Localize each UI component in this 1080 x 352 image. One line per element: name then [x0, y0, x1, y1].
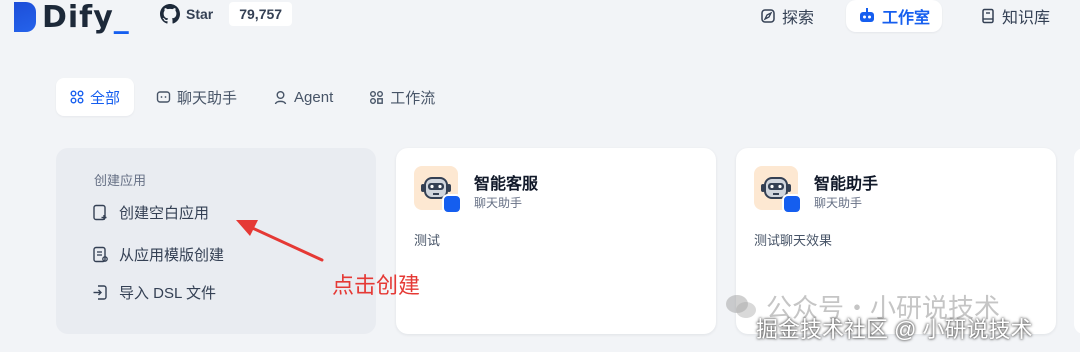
create-app-card: 创建应用 创建空白应用 从应用模版创建 导入 DSL 文件	[56, 148, 376, 334]
book-icon	[982, 8, 994, 24]
github-star-count: 79,757	[229, 2, 293, 26]
app-description: 测试	[414, 233, 441, 248]
grid-icon	[70, 90, 84, 104]
template-icon	[93, 246, 108, 263]
chat-icon	[156, 90, 171, 103]
tab-workflow-label: 工作流	[390, 89, 436, 107]
app-card-partial[interactable]	[1074, 148, 1080, 334]
github-icon	[160, 4, 180, 24]
nav-explore-label: 探索	[782, 10, 815, 27]
brand-name: Dify	[42, 0, 114, 35]
create-blank-app-label: 创建空白应用	[119, 205, 210, 222]
nav-explore[interactable]: 探索	[748, 0, 826, 32]
workflow-icon	[370, 90, 384, 104]
tab-agent[interactable]: Agent	[259, 78, 347, 116]
import-dsl-button[interactable]: 导入 DSL 文件	[92, 282, 216, 303]
wechat-icon	[726, 294, 756, 318]
chat-badge-icon	[782, 194, 802, 214]
github-star[interactable]: Star 79,757	[160, 0, 293, 28]
tab-agent-label: Agent	[294, 88, 334, 106]
app-type: 聊天助手	[814, 196, 863, 210]
logo-mark	[14, 2, 36, 32]
import-dsl-label: 导入 DSL 文件	[119, 285, 216, 302]
app-name: 智能客服	[474, 176, 539, 193]
create-blank-app-button[interactable]: 创建空白应用	[92, 202, 209, 223]
create-from-template-button[interactable]: 从应用模版创建	[92, 244, 224, 265]
create-from-template-label: 从应用模版创建	[119, 247, 225, 264]
app-name: 智能助手	[814, 176, 879, 193]
file-plus-icon	[93, 204, 107, 221]
compass-icon	[761, 9, 775, 23]
nav-knowledge-label: 知识库	[1002, 10, 1051, 27]
tab-chat-assistant[interactable]: 聊天助手	[142, 78, 251, 116]
github-star-button[interactable]: Star	[160, 4, 213, 24]
app-card[interactable]: 智能客服 聊天助手 测试	[396, 148, 716, 334]
chat-badge-icon	[442, 194, 462, 214]
robot-icon	[860, 8, 874, 22]
app-description: 测试聊天效果	[754, 233, 833, 248]
nav-studio-label: 工作室	[882, 10, 931, 27]
github-star-label: Star	[186, 6, 214, 22]
app-type: 聊天助手	[474, 196, 523, 210]
agent-icon	[274, 90, 287, 104]
create-app-title: 创建应用	[94, 173, 147, 188]
watermark-juejin: 掘金技术社区 @ 小研说技术	[756, 317, 1033, 342]
tab-workflow[interactable]: 工作流	[355, 78, 449, 116]
nav-studio[interactable]: 工作室	[846, 0, 943, 32]
tab-all[interactable]: 全部	[56, 78, 135, 116]
app-type-tabs: 全部 聊天助手 Agent 工作流	[56, 78, 449, 116]
tab-chat-assistant-label: 聊天助手	[177, 89, 238, 107]
nav-knowledge[interactable]: 知识库	[968, 0, 1062, 32]
import-icon	[93, 285, 107, 300]
logo[interactable]: Dify_	[0, 0, 130, 35]
annotation-text: 点击创建	[332, 273, 421, 298]
tab-all-label: 全部	[90, 89, 121, 107]
